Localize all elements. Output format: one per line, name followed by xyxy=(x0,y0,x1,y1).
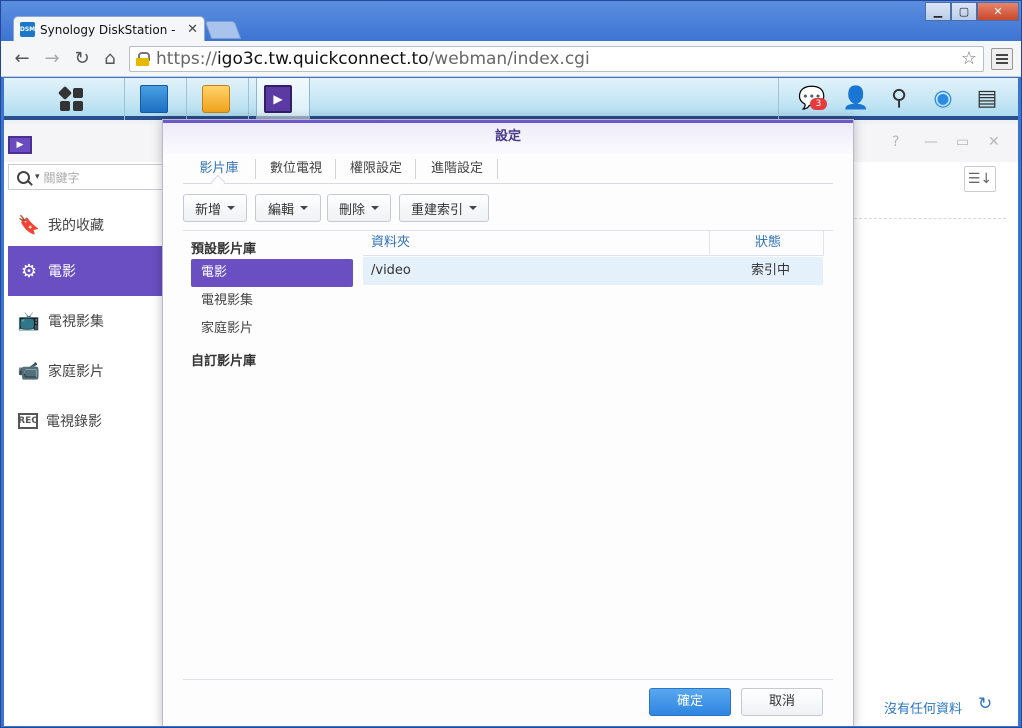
add-button[interactable]: 新增 xyxy=(183,194,247,222)
new-tab-button[interactable] xyxy=(204,21,242,39)
rec-tv-icon: REC xyxy=(18,413,38,429)
sidebar-item-tv-shows[interactable]: 📺 電視影集 xyxy=(8,296,164,346)
settings-dialog: 設定 影片庫 數位電視 權限設定 進階設定 新增 編輯 刪除 重建索引 預設影片… xyxy=(162,119,854,726)
sidebar-item-label: 家庭影片 xyxy=(48,364,104,380)
search-placeholder: 關鍵字 xyxy=(43,170,80,185)
no-data-text: 沒有任何資料 xyxy=(884,702,963,717)
bookmark-icon: 🔖 xyxy=(17,214,41,236)
minimize-button[interactable]: ▁ xyxy=(925,2,951,21)
file-station-icon[interactable] xyxy=(202,85,230,113)
user-icon[interactable]: 👤 xyxy=(842,86,869,112)
reload-icon[interactable]: ↻ xyxy=(71,48,93,70)
maximize-button[interactable]: ▢ xyxy=(951,2,977,21)
cancel-button[interactable]: 取消 xyxy=(741,688,823,716)
folder-cell: /video xyxy=(371,263,411,278)
resource-monitor-icon[interactable]: ◉ xyxy=(930,86,956,112)
refresh-icon[interactable]: ↻ xyxy=(978,694,992,714)
chevron-down-icon xyxy=(227,206,235,210)
browser-tab[interactable]: DSM Synology DiskStation - [ ✕ xyxy=(13,16,205,42)
table-row[interactable]: /video 索引中 xyxy=(363,257,823,285)
tab-privileges[interactable]: 權限設定 xyxy=(343,154,409,183)
dialog-title: 設定 xyxy=(163,120,853,154)
sidebar-item-label: 電視錄影 xyxy=(46,414,102,430)
custom-libraries-heading: 自訂影片庫 xyxy=(191,354,257,369)
column-header-folder[interactable]: 資料夾 xyxy=(371,230,410,256)
reindex-button[interactable]: 重建索引 xyxy=(399,194,489,222)
divider xyxy=(854,218,1006,219)
video-station-logo-icon: ▶ xyxy=(8,136,32,154)
chevron-down-icon xyxy=(469,206,477,210)
delete-button[interactable]: 刪除 xyxy=(327,194,391,222)
dsm-favicon-icon: DSM xyxy=(20,22,35,37)
video-station-icon[interactable]: ▶ xyxy=(264,85,292,113)
sort-button[interactable]: ☰↓ xyxy=(964,166,996,192)
address-bar[interactable]: https://igo3c.tw.quickconnect.to/webman/… xyxy=(129,46,984,72)
dialog-accent xyxy=(163,120,853,123)
sidebar-item-home-videos[interactable]: 📹 家庭影片 xyxy=(8,346,164,396)
sidebar-item-favorites[interactable]: 🔖 我的收藏 xyxy=(8,200,164,250)
app-close-icon[interactable]: ✕ xyxy=(988,134,1000,150)
control-panel-icon[interactable] xyxy=(140,85,168,113)
back-arrow-icon[interactable]: ← xyxy=(11,48,33,70)
browser-menu-icon[interactable] xyxy=(991,48,1013,70)
library-item-home-videos[interactable]: 家庭影片 xyxy=(191,315,353,343)
sidebar-item-movies[interactable]: ⚙ 電影 xyxy=(8,246,164,296)
camcorder-icon: 📹 xyxy=(17,360,41,382)
app-minimize-icon[interactable]: — xyxy=(924,134,938,150)
edit-button[interactable]: 編輯 xyxy=(255,194,321,222)
sidebar-item-tv-recordings[interactable]: REC 電視錄影 xyxy=(8,396,164,446)
film-reel-icon: ⚙ xyxy=(20,260,38,282)
dsm-desktop: ▶ 💬 3 👤 ⚲ ◉ ▤ ▶ ? — ▭ ✕ ▾ 關鍵字 🔖 xyxy=(4,78,1018,726)
window-close-button[interactable]: ✕ xyxy=(977,2,1019,21)
library-item-tv-shows[interactable]: 電視影集 xyxy=(191,287,353,315)
tab-advanced[interactable]: 進階設定 xyxy=(423,154,491,183)
url-text: https://igo3c.tw.quickconnect.to/webman/… xyxy=(156,49,590,69)
folder-table-header: 資料夾 狀態 xyxy=(363,230,824,256)
home-icon[interactable]: ⌂ xyxy=(99,48,121,70)
browser-window: DSM Synology DiskStation - [ ✕ ▁ ▢ ✕ ← →… xyxy=(0,0,1022,728)
chevron-down-icon xyxy=(371,206,379,210)
column-header-status[interactable]: 狀態 xyxy=(755,230,781,256)
dialog-tabs: 影片庫 數位電視 權限設定 進階設定 xyxy=(183,154,833,190)
notification-badge: 3 xyxy=(810,98,827,110)
widgets-icon[interactable]: ▤ xyxy=(974,86,1000,112)
divider xyxy=(183,679,833,680)
tab-close-icon[interactable]: ✕ xyxy=(187,22,198,37)
tab-digital-tv[interactable]: 數位電視 xyxy=(263,154,329,183)
keyword-search-input[interactable]: ▾ 關鍵字 xyxy=(8,164,164,190)
forward-arrow-icon[interactable]: → xyxy=(41,48,63,70)
sidebar-item-label: 我的收藏 xyxy=(48,218,104,234)
dsm-taskbar: ▶ 💬 3 👤 ⚲ ◉ ▤ xyxy=(4,78,1018,120)
help-icon[interactable]: ? xyxy=(892,134,899,150)
app-maximize-icon[interactable]: ▭ xyxy=(956,134,969,150)
search-magnifier-icon xyxy=(17,170,30,184)
lock-warning-icon[interactable] xyxy=(136,52,150,66)
search-dropdown-icon[interactable]: ▾ xyxy=(35,172,40,182)
library-item-movies[interactable]: 電影 xyxy=(191,259,353,287)
status-cell: 索引中 xyxy=(751,263,791,278)
browser-toolbar: ← → ↻ ⌂ https://igo3c.tw.quickconnect.to… xyxy=(1,41,1021,77)
tab-title: Synology DiskStation - [ xyxy=(40,22,180,37)
search-icon[interactable]: ⚲ xyxy=(886,86,912,112)
default-libraries-heading: 預設影片庫 xyxy=(191,242,257,257)
bookmark-star-icon[interactable]: ☆ xyxy=(961,48,977,69)
sidebar-item-label: 電影 xyxy=(48,264,76,280)
main-menu-icon[interactable] xyxy=(57,85,85,113)
tv-icon: 📺 xyxy=(17,310,41,332)
title-bar: DSM Synology DiskStation - [ ✕ ▁ ▢ ✕ xyxy=(1,1,1021,42)
ok-button[interactable]: 確定 xyxy=(649,688,731,716)
chevron-down-icon xyxy=(300,206,308,210)
sidebar-item-label: 電視影集 xyxy=(48,314,104,330)
